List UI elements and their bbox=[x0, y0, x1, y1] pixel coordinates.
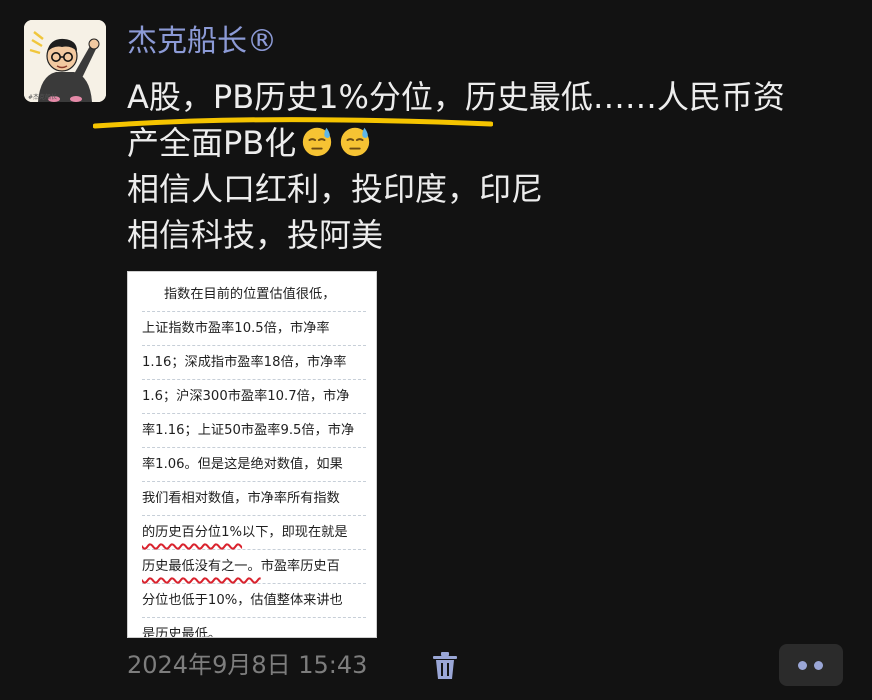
trash-icon bbox=[433, 652, 457, 679]
image-text-rest: 市盈率历史百 bbox=[260, 559, 340, 574]
post-line-3: 相信人口红利，投印度，印尼 bbox=[127, 170, 544, 208]
image-text-line: 1.16；深成指市盈率18倍，市净率 bbox=[142, 346, 366, 380]
more-button[interactable] bbox=[779, 644, 843, 686]
author-name[interactable]: 杰克船长® bbox=[127, 20, 277, 64]
red-underlined-text: 历史最低没有之一。 bbox=[142, 559, 261, 574]
post-line-4: 相信科技，投阿美 bbox=[127, 216, 384, 254]
image-text-line: 率1.16；上证50市盈率9.5倍，市净 bbox=[142, 414, 366, 448]
avatar-cartoon-icon bbox=[24, 20, 106, 102]
post-line-2: 产全面PB化 bbox=[127, 120, 852, 166]
downcast-face-with-sweat-icon bbox=[341, 127, 370, 157]
image-text-line: 指数在目前的位置估值很低， bbox=[142, 278, 366, 312]
post-line-1-rest: ，历史最低……人民币资 bbox=[432, 78, 785, 116]
timestamp: 2024年9月8日 15:43 bbox=[127, 651, 368, 679]
post-line-2-text: 产全面PB化 bbox=[127, 124, 297, 162]
image-text-line: 是历史最低。 bbox=[142, 627, 222, 638]
image-text-line: 率1.06。但是这是绝对数值，如果 bbox=[142, 448, 366, 482]
attached-image[interactable]: 指数在目前的位置估值很低， 上证指数市盈率10.5倍，市净率 1.16；深成指市… bbox=[127, 271, 377, 638]
post-text: A股，PB历史1%分位 ，历史最低……人民币资 产全面PB化 相信人口红利，投印… bbox=[93, 74, 852, 258]
delete-button[interactable] bbox=[431, 651, 459, 681]
post-line-1: A股，PB历史1%分位 ，历史最低……人民币资 bbox=[93, 74, 852, 129]
highlighted-text: A股，PB历史1%分位 bbox=[127, 78, 433, 116]
image-text-line: 历史最低没有之一。市盈率历史百 bbox=[142, 550, 366, 584]
avatar[interactable]: #杰克船长 bbox=[24, 20, 106, 102]
highlighted-phrase: A股，PB历史1%分位 bbox=[93, 74, 493, 129]
attached-image-text: 指数在目前的位置估值很低， 上证指数市盈率10.5倍，市净率 1.16；深成指市… bbox=[142, 278, 366, 638]
image-text-line: 分位也低于10%，估值整体来讲也 bbox=[142, 584, 366, 618]
downcast-face-with-sweat-icon bbox=[303, 127, 332, 157]
red-underlined-text: 的历史百分位1% bbox=[142, 525, 243, 540]
image-text-line: 1.6；沪深300市盈率10.7倍，市净 bbox=[142, 380, 366, 414]
image-text-rest: 以下，即现在就是 bbox=[242, 525, 348, 540]
image-text-line: 的历史百分位1%以下，即现在就是 bbox=[142, 516, 366, 550]
avatar-caption: #杰克船长 bbox=[28, 94, 58, 101]
image-text-line: 上证指数市盈率10.5倍，市净率 bbox=[142, 312, 366, 346]
image-text-line: 我们看相对数值，市净率所有指数 bbox=[142, 482, 366, 516]
